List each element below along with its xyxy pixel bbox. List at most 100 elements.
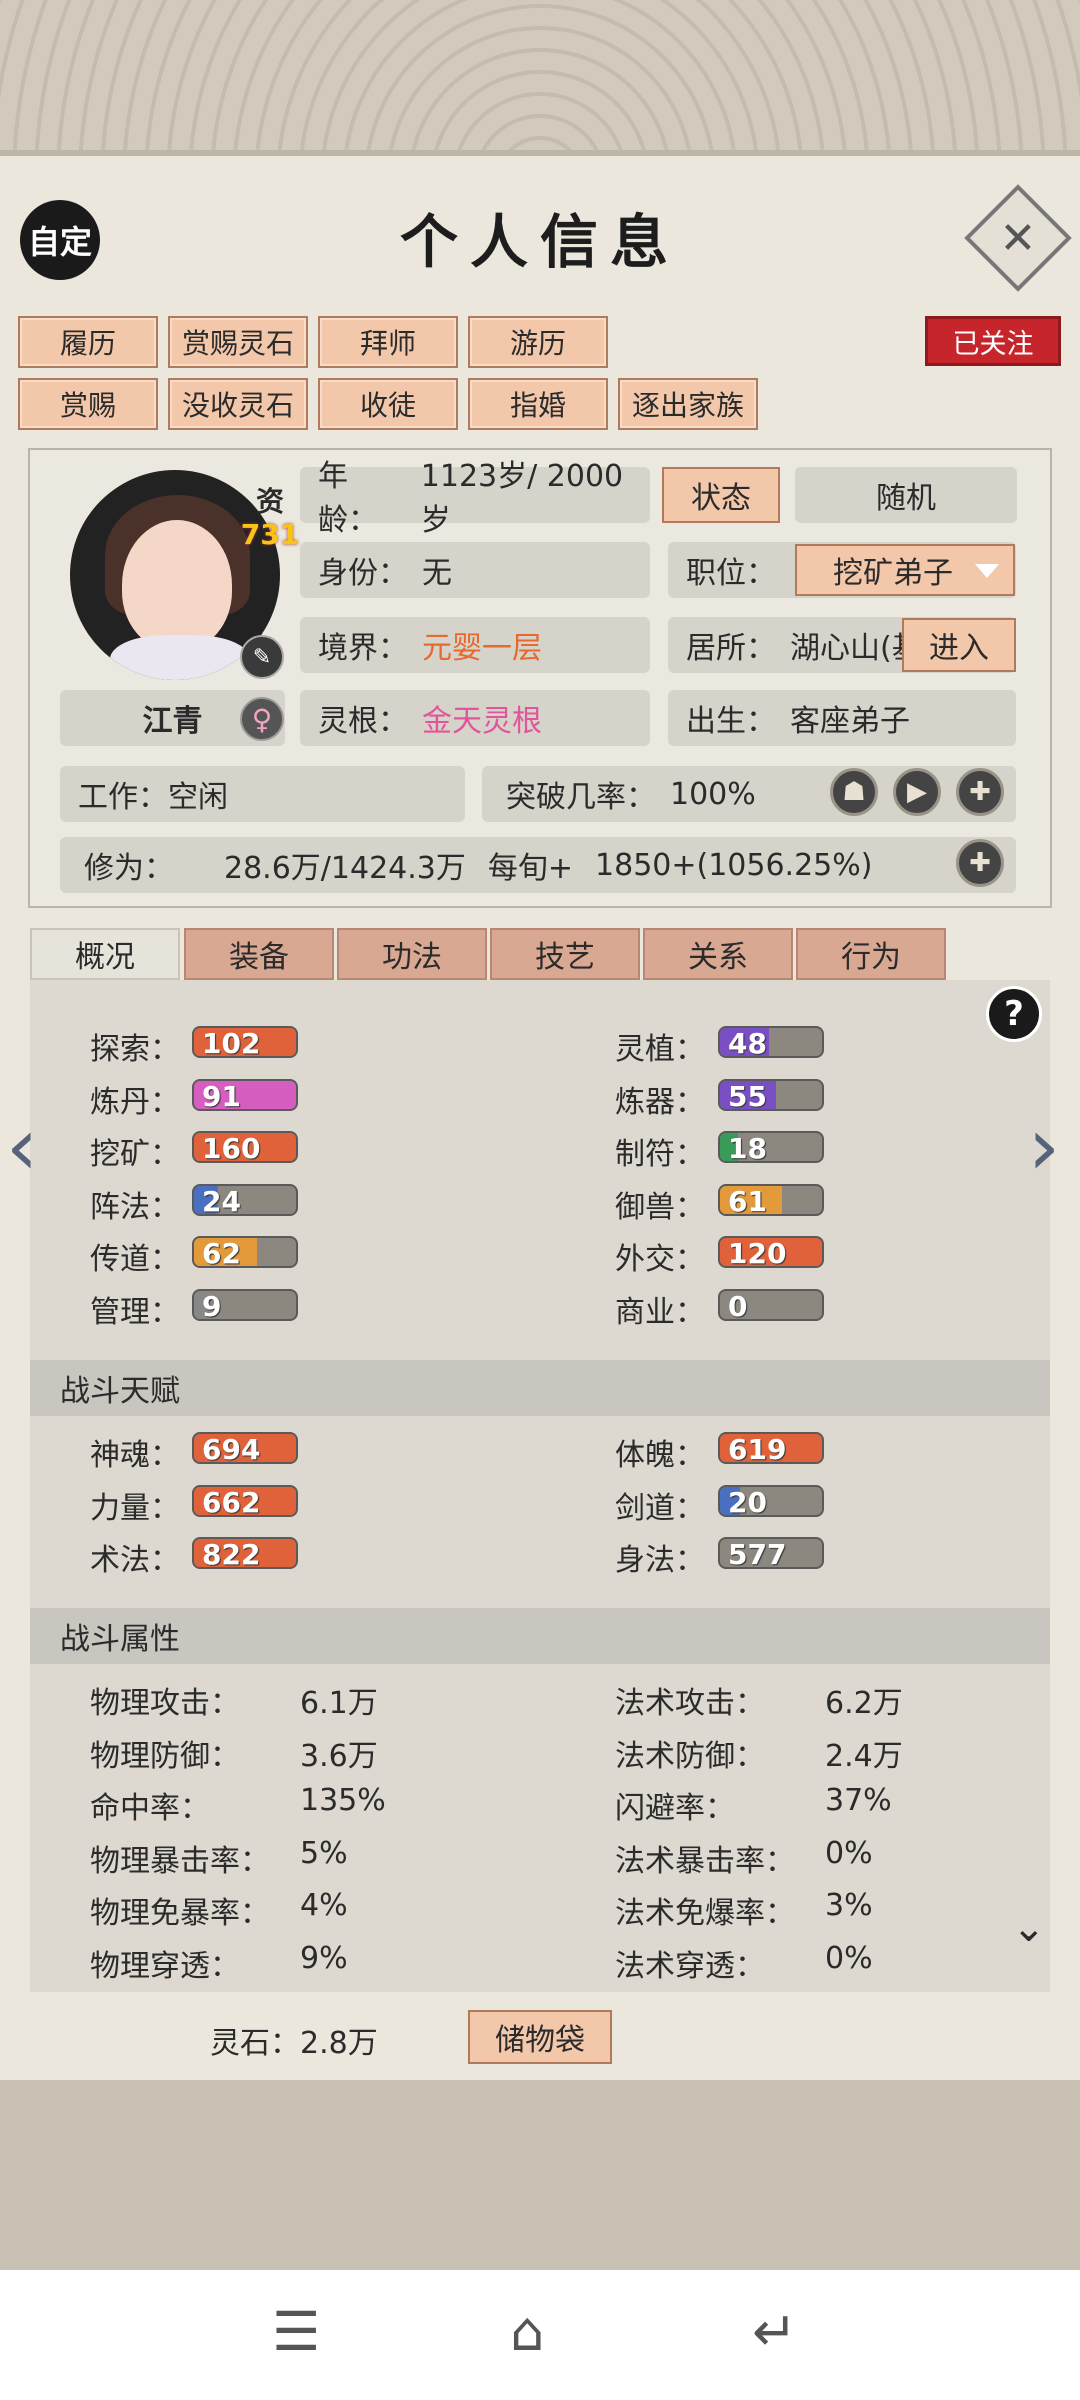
root-cell: 灵根： 金天灵根 [300, 690, 650, 746]
talents_right-label: 御兽： [615, 1189, 705, 1225]
prev-arrow-icon[interactable]: ‹ [6, 1100, 38, 1193]
tab-overview[interactable]: 概况 [30, 928, 180, 980]
talents_right-bar: 0 [718, 1289, 824, 1321]
cultivation-label: 修为： [84, 851, 174, 886]
age-cell: 年龄： 1123岁/ 2000岁 [300, 459, 650, 538]
status-button[interactable]: 状态 [662, 467, 780, 523]
combat_left-value: 694 [202, 1433, 261, 1464]
cultivation-value: 28.6万/1424.3万 [224, 851, 466, 886]
talents_left-bar: 62 [192, 1236, 298, 1269]
resume-button[interactable]: 履历 [18, 316, 158, 368]
talents_right-value: 0 [728, 1290, 748, 1321]
birth-label: 出生： [686, 704, 776, 739]
custom-button[interactable]: 自定 [20, 200, 100, 280]
random-button[interactable]: 随机 [795, 467, 1017, 523]
combat_right-bar: 619 [718, 1432, 824, 1464]
breakthrough-icon[interactable]: ☗ [830, 768, 878, 816]
talents_left-value: 24 [202, 1184, 241, 1216]
travel-button[interactable]: 游历 [468, 316, 608, 368]
cultivation-plus-icon[interactable]: ✚ [956, 839, 1004, 887]
chevron-down-icon[interactable]: ⌄ [1012, 1905, 1046, 1951]
attrs_right-value: 2.4万 [825, 1738, 903, 1774]
talents_right-label: 炼器： [615, 1084, 705, 1120]
menu-icon[interactable]: ☰ [272, 2300, 320, 2363]
tab-relations[interactable]: 关系 [643, 928, 793, 980]
birth-value: 客座弟子 [790, 704, 910, 739]
talents_right-label: 外交： [615, 1242, 705, 1278]
follow-badge[interactable]: 已关注 [925, 316, 1061, 366]
root-value: 金天灵根 [422, 704, 542, 739]
combat_right-value: 20 [728, 1485, 767, 1517]
tab-crafts[interactable]: 技艺 [490, 928, 640, 980]
help-icon[interactable]: ? [986, 986, 1042, 1042]
tab-skills[interactable]: 功法 [337, 928, 487, 980]
attrs_right-label: 法术穿透： [615, 1949, 765, 1984]
plus-icon[interactable]: ✚ [956, 768, 1004, 816]
home-icon[interactable]: ⌂ [510, 2300, 544, 2363]
caret-down-icon [975, 564, 999, 578]
position-value: 挖矿弟子 [833, 556, 953, 591]
tab-behavior[interactable]: 行为 [796, 928, 946, 980]
talents_left-bar: 91 [192, 1078, 298, 1111]
aptitude-label: 资 [255, 485, 284, 518]
attrs_left-value: 5% [300, 1835, 348, 1871]
attrs_right-value: 6.2万 [825, 1686, 903, 1721]
combat-attr-header: 战斗属性 [30, 1608, 1050, 1664]
combat_left-value: 662 [202, 1485, 261, 1517]
talents_right-value: 48 [728, 1027, 767, 1058]
talents_right-value: 120 [728, 1237, 787, 1269]
attrs_right-value: 37% [825, 1783, 892, 1819]
reward-stones-button[interactable]: 赏赐灵石 [168, 316, 308, 368]
tab-equipment[interactable]: 装备 [184, 928, 334, 980]
confiscate-stones-button[interactable]: 没收灵石 [168, 378, 308, 430]
apprentice-button[interactable]: 拜师 [318, 316, 458, 368]
attrs_right-label: 法术攻击： [615, 1686, 765, 1721]
take-disciple-button[interactable]: 收徒 [318, 378, 458, 430]
attrs_left-label: 命中率： [90, 1791, 210, 1827]
position-dropdown[interactable]: 挖矿弟子 [795, 544, 1015, 596]
combat_right-label: 身法： [615, 1543, 705, 1579]
spirit-stone-label: 灵石： [210, 2026, 300, 2061]
talents_left-label: 挖矿： [90, 1137, 180, 1173]
close-icon: ✕ [999, 212, 1037, 264]
attrs_left-label: 物理免暴率： [90, 1896, 270, 1932]
combat_left-label: 术法： [90, 1543, 180, 1579]
attrs_right-label: 法术暴击率： [615, 1843, 795, 1879]
play-icon[interactable]: ▶ [893, 768, 941, 816]
talents_left-bar: 102 [192, 1026, 298, 1058]
back-icon[interactable]: ↵ [752, 2300, 797, 2363]
spirit-stone-value: 2.8万 [300, 2026, 378, 2061]
aptitude-value: 731 [240, 518, 300, 551]
combat_right-value: 619 [728, 1433, 787, 1464]
per-turn-value: 1850+(1056.25%) [595, 847, 873, 883]
arrange-marriage-button[interactable]: 指婚 [468, 378, 608, 430]
enter-button[interactable]: 进入 [902, 618, 1016, 672]
reward-button[interactable]: 赏赐 [18, 378, 158, 430]
talents_right-bar: 48 [718, 1026, 824, 1058]
realm-value: 元婴一层 [422, 631, 542, 666]
talents_left-label: 管理： [90, 1295, 180, 1330]
talents_right-label: 灵植： [615, 1032, 705, 1067]
talents_left-label: 探索： [90, 1032, 180, 1067]
talents_right-bar: 55 [718, 1078, 824, 1111]
top-background [0, 0, 1080, 150]
age-label: 年龄： [318, 459, 378, 538]
talents_left-label: 阵法： [90, 1189, 180, 1225]
storage-bag-button[interactable]: 储物袋 [468, 2010, 612, 2064]
expel-button[interactable]: 逐出家族 [618, 378, 758, 430]
spirit-stone-display: 灵石：2.8万 [210, 2018, 378, 2062]
combat_left-bar: 694 [192, 1432, 298, 1464]
combat_left-label: 力量： [90, 1490, 180, 1526]
attrs_left-value: 4% [300, 1888, 348, 1924]
identity-cell: 身份： 无 [300, 542, 650, 598]
combat_right-value: 577 [728, 1538, 787, 1570]
talents_left-value: 62 [202, 1237, 241, 1269]
combat_right-label: 体魄： [615, 1438, 705, 1473]
position-label: 职位： [686, 556, 776, 591]
talents_left-bar: 9 [192, 1289, 298, 1321]
talents_right-bar: 120 [718, 1236, 824, 1269]
attrs_left-value: 3.6万 [300, 1738, 378, 1774]
combat_left-label: 神魂： [90, 1438, 180, 1473]
edit-icon[interactable]: ✎ [240, 635, 284, 679]
next-arrow-icon[interactable]: › [1028, 1100, 1060, 1193]
